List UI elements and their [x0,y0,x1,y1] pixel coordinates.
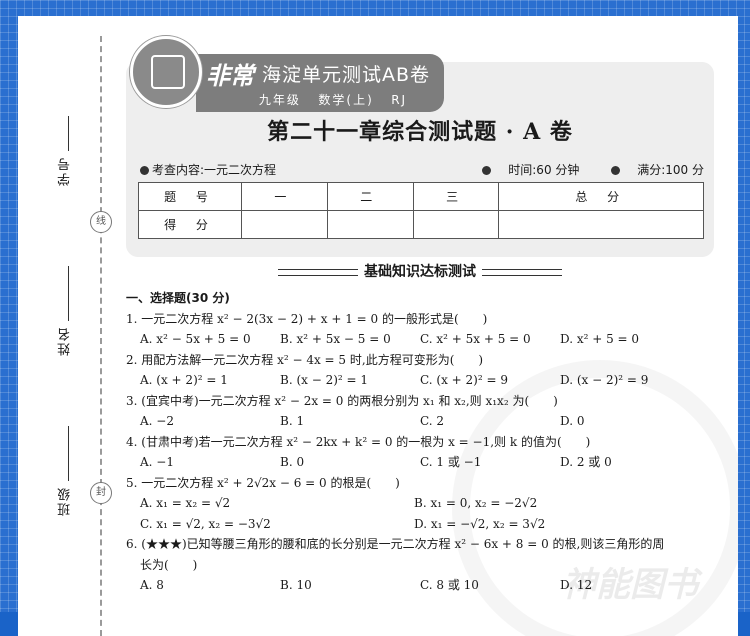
chapter-title: 第二十一章综合测试题 · A 卷 [267,119,573,145]
table-cell: 题 号 [138,182,242,211]
grade-subject: 九年级 数学(上) RJ [236,91,430,108]
edition: RJ [391,93,408,107]
option: C. 1 或 −1 [420,455,482,469]
brand-bar: 非常 海淀单元测试AB卷 九年级 数学(上) RJ [196,54,445,112]
option: D. x₁ = −√2, x₂ = 3√2 [414,516,546,531]
question-text-continued: 长为( ) [140,557,198,572]
option: B. 1 [280,414,305,428]
option-row: A. x² − 5x + 5 = 0 B. x² + 5x − 5 = 0 C.… [126,329,726,350]
option-row: C. x₁ = √2, x₂ = −3√2 D. x₁ = −√2, x₂ = … [126,514,726,535]
exam-meta: 考查内容:一元二次方程 时间:60 分钟 满分:100 分 [140,161,704,178]
option: D. 0 [560,414,585,428]
name-label: 姓名 [58,326,73,356]
option: B. x² + 5x − 5 = 0 [280,332,391,346]
class-line [68,426,69,481]
option: B. 10 [280,578,312,592]
table-cell: 二 [326,182,414,211]
score-input-cell[interactable] [412,210,500,239]
option-row: A. x₁ = x₂ = √2 B. x₁ = 0, x₂ = −2√2 [126,493,726,514]
score-table-header-row: 题 号 一 二 三 总 分 [138,182,704,211]
section-heading: 基础知识达标测试 [126,261,714,281]
option: A. 8 [140,578,164,592]
option-row: A. (x + 2)² = 1 B. (x − 2)² = 1 C. (x + … [126,370,726,391]
option: D. x² + 5 = 0 [560,332,640,346]
table-cell: 三 [412,182,500,211]
option-row: A. 8 B. 10 C. 8 或 10 D. 12 [126,575,726,596]
table-cell: 一 [241,182,328,211]
exam-paper: 学号 线 姓名 班级 封 非常 海淀单元测试AB卷 九年级 数学(上) RJ 第… [18,16,738,636]
student-id-line [68,116,69,151]
score-input-cell[interactable] [326,210,414,239]
seal-line-char: 线 [90,211,112,233]
option: B. 0 [280,455,305,469]
school-logo-icon [130,36,202,108]
score-input-cell[interactable] [241,210,328,239]
student-id-label: 学号 [58,156,73,186]
brand-banner: 非常 海淀单元测试AB卷 九年级 数学(上) RJ [130,36,445,112]
question-text: 2. 用配方法解一元二次方程 x² − 4x = 5 时,此方程可变形为( ) [126,352,484,367]
option: A. −1 [140,455,174,469]
table-cell: 总 分 [498,182,704,211]
question-text: 4. (甘肃中考)若一元二次方程 x² − 2kx + k² = 0 的一根为 … [126,434,591,449]
option: A. x² − 5x + 5 = 0 [140,332,251,346]
option: A. x₁ = x₂ = √2 [140,496,231,510]
option: D. (x − 2)² = 9 [560,373,649,387]
section-heading-text: 基础知识达标测试 [364,264,476,280]
grade: 九年级 [258,93,301,107]
question-text: 1. 一元二次方程 x² − 2(3x − 2) + x + 1 = 0 的一般… [126,311,488,326]
option: A. −2 [140,414,174,428]
question-text: 5. 一元二次方程 x² + 2√2x − 6 = 0 的根是( ) [126,475,400,490]
exam-score: 满分:100 分 [637,163,704,177]
option: C. (x + 2)² = 9 [420,373,508,387]
option: B. x₁ = 0, x₂ = −2√2 [414,496,538,510]
option-row: A. −1 B. 0 C. 1 或 −1 D. 2 或 0 [126,452,726,473]
name-line [68,266,69,321]
score-table-score-row: 得 分 [138,210,704,239]
option: C. 8 或 10 [420,578,479,592]
exam-content: 考查内容:一元二次方程 [152,163,277,177]
clock-icon [482,166,492,175]
question-list: 一、选择题(30 分) 1. 一元二次方程 x² − 2(3x − 2) + x… [126,288,726,596]
heading-rule-left [278,268,358,276]
score-input-cell[interactable] [498,210,704,239]
score-table: 题 号 一 二 三 总 分 得 分 [138,182,704,239]
option: D. 2 或 0 [560,455,612,469]
binding-dashed-line [100,36,102,636]
option-row: A. −2 B. 1 C. 2 D. 0 [126,411,726,432]
subject: 数学(上) [318,93,374,107]
option: B. (x − 2)² = 1 [280,373,369,387]
option: D. 12 [560,578,593,592]
table-cell: 得 分 [138,210,242,239]
search-icon [140,166,149,175]
question-text: 6. (★★★)已知等腰三角形的腰和底的长分别是一元二次方程 x² − 6x +… [126,537,665,551]
exam-time: 时间:60 分钟 [508,163,580,177]
question-text: 3. (宜宾中考)一元二次方程 x² − 2x = 0 的两根分别为 x₁ 和 … [126,393,558,408]
part-title: 一、选择题(30 分) [126,291,230,305]
seal-seal-char: 封 [90,482,112,504]
brand-calligraphy: 非常 [206,62,254,90]
check-icon [611,166,621,175]
class-label: 班级 [58,486,73,516]
series-name: 海淀单元测试AB卷 [262,64,431,86]
option: A. (x + 2)² = 1 [140,373,228,387]
option: C. x₁ = √2, x₂ = −3√2 [140,516,271,531]
option: C. 2 [420,414,445,428]
option: C. x² + 5x + 5 = 0 [420,332,531,346]
heading-rule-right [482,268,562,276]
